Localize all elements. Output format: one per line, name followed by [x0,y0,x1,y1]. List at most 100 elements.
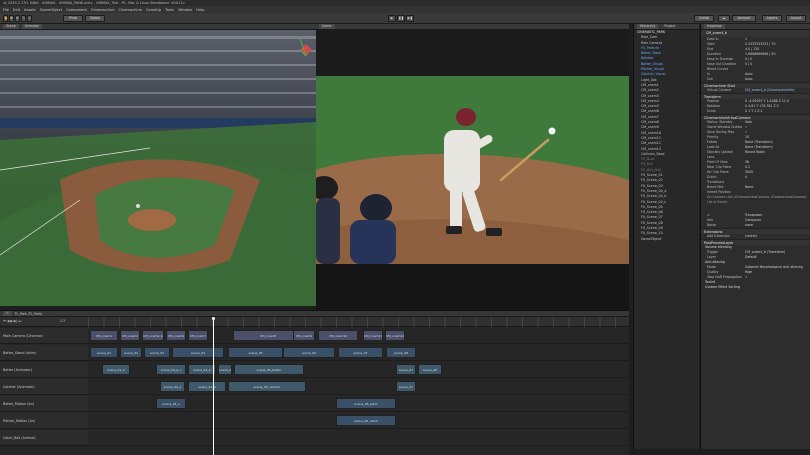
game-view[interactable] [316,30,629,310]
timeline-clip[interactable]: CM_vcam9 [293,330,315,341]
timeline-clip[interactable]: scene_04_a [156,398,186,409]
vcam-section: Status: Standby Solo Game Window Guides ✓ Sa… [701,120,810,195]
menu-component[interactable]: Component [66,8,87,12]
timeline-clip[interactable]: scene_05_batter [234,364,304,375]
menu-help[interactable]: Help [196,8,204,12]
timeline-clip[interactable]: CM_vcam1 [90,330,118,341]
field-value[interactable]: Auto [745,77,810,82]
tab-timeline[interactable]: ⏱ [3,311,12,316]
scale-tool-icon[interactable]: ⤡ [21,15,26,22]
play-button[interactable]: ▶ [388,15,396,22]
frame-counter[interactable]: 2.3 [60,319,65,323]
timeline-clip[interactable]: CM_vcam7 [188,330,208,341]
layout-dropdown[interactable]: Layout [786,15,806,22]
timeline-clip[interactable]: CM_vcam6 [166,330,186,341]
scene-view[interactable] [0,30,316,306]
collab-button[interactable]: Collab [694,15,714,22]
track-label[interactable]: Batter_Stand (Anim) [0,345,88,361]
menu-gameobject[interactable]: GameObject [40,8,62,12]
timeline-clip[interactable]: scene_04_b [188,364,216,375]
account-button[interactable]: Account [732,15,756,22]
inspector-panel: Inspector CM_vcam4_b Ease In 1 Start 2.3333… [700,24,810,449]
hand-tool-icon[interactable]: ✋ [3,15,8,22]
track-row[interactable]: scene_01_b scene_04_a_cscene_04_bscene_04… [88,362,629,378]
add-extension-dropdown[interactable]: (select) [745,234,810,239]
timeline-clip[interactable]: scene_01_b [102,364,130,375]
timeline-clip[interactable]: scene_04_a_c [156,364,186,375]
menu-tools[interactable]: Tools [165,8,174,12]
clip-timing-section: Ease In 1 Start 2.3333333333 | 70 End 4.0 | 1… [701,37,810,82]
object-name-row: CM_vcam4_b [701,30,810,37]
timeline-clip[interactable]: scene_06 [283,347,335,358]
timeline-clip[interactable]: scene_07 [396,381,416,392]
timeline-clip[interactable]: CM_vcam2 [120,330,140,341]
global-toggle[interactable]: Global [85,15,105,22]
field-value[interactable]: X 1 Y 1 Z 1 [745,109,810,114]
timeline-clip[interactable]: scene_01 [90,347,118,358]
timeline-clip[interactable]: scene_05 [228,347,283,358]
menu-cinemachine-2[interactable]: Cinemachine [118,8,141,12]
track-row[interactable]: CM_vcam1 CM_vcam2 CM_vcam4_b CM_vcam6 CM_vca… [88,328,629,344]
timeline-clip[interactable]: CM_vcam11 [363,330,383,341]
timeline-clip[interactable]: scene_02 [120,347,142,358]
menu-assets[interactable]: Assets [24,8,36,12]
timeline-clip[interactable]: CM_vcam4_b [142,330,164,341]
timeline-clip[interactable]: scene_03 [144,347,170,358]
rotate-tool-icon[interactable]: ⟳ [15,15,20,22]
track-label[interactable]: Pitcher_Motion (An) [0,413,88,429]
menu-file[interactable]: File [3,8,9,12]
time-ruler[interactable] [88,317,629,327]
timeline-clip[interactable]: scene_08 [386,347,416,358]
timeline-clip[interactable]: scene_04_c [218,364,232,375]
track-label[interactable]: Catcher (Animator) [0,379,88,395]
timeline-clip[interactable]: CM_vcam12 [385,330,405,341]
timeline-clip[interactable]: scene_07 [396,364,416,375]
timeline-clip[interactable]: CM_vcam10 [318,330,358,341]
menu-edit[interactable]: Edit [13,8,20,12]
track-label[interactable]: Batter_Motion (An) [0,396,88,412]
stop-nan-checkbox[interactable]: ✓ [745,275,810,280]
menu-comeup[interactable]: ComeUp [146,8,161,12]
track-label[interactable]: Catch_Ball (Animat) [0,430,88,446]
timeline-panel: ⏱ TL_Park (TL_Park) ⏮ ◀ ▶ ▶| ⏭ 2.3 Main … [0,310,629,455]
timeline-clip[interactable]: scene_08 [418,364,442,375]
hierarchy-item[interactable]: GameObject [634,237,699,242]
timeline-clip[interactable]: scene_06_pitch [336,398,396,409]
step-button[interactable]: ▶❚ [406,15,414,22]
tab-game[interactable]: Game [319,24,335,29]
track-label[interactable]: Main Camera (Cinemac) [0,328,88,344]
track-label[interactable]: Batter (Animator) [0,362,88,378]
tab-scene[interactable]: Scene [3,24,19,29]
timeline-clip[interactable]: scene_04_b [188,381,226,392]
track-row[interactable]: scene_01 scene_02 scene_03 scene_04 scene_05… [88,345,629,361]
track-row[interactable]: scene_04_a scene_06_pitch [88,396,629,412]
tab-inspector[interactable]: Inspector [704,24,725,29]
track-row[interactable] [88,430,629,446]
layers-dropdown[interactable]: Layers [762,15,782,22]
stop-nan-row: Stop NaN Propagation ✓ [701,275,810,280]
playhead[interactable] [213,317,214,455]
timeline-clip[interactable]: scene_05_catcher [228,381,306,392]
menu-window[interactable]: Window [178,8,192,12]
track-row[interactable]: scene_06_catch [88,413,629,429]
pivot-toggle[interactable]: Pivot [63,15,83,22]
pause-button[interactable]: ❚❚ [397,15,405,22]
timeline-clip[interactable]: scene_07 [338,347,383,358]
tab-project[interactable]: Project [661,24,679,29]
move-tool-icon[interactable]: ✥ [9,15,14,22]
tab-animator[interactable]: Animator [21,24,43,29]
rect-tool-icon[interactable]: ▭ [27,15,32,22]
noise-row: Noise none [707,223,753,227]
timeline-clip[interactable]: scene_04 [172,347,224,358]
virtual-camera-field[interactable]: CM_vcam4_b (CinemachineVir) [745,88,810,93]
track-row[interactable]: scene_04_a scene_04_b scene_05_catcher scen… [88,379,629,395]
tab-hierarchy[interactable]: Hierarchy [637,24,659,29]
timeline-clip[interactable]: scene_04_a [160,381,185,392]
cloud-icon[interactable]: ☁ [718,15,730,22]
layer-dropdown[interactable]: Default [745,255,810,260]
object-name[interactable]: CM_vcam4_b [701,30,727,37]
timeline-controls-icon[interactable]: ⏮ ◀ ▶ ▶| ⏭ [3,319,21,323]
timeline-clip[interactable]: scene_06_catch [336,415,396,426]
menu-cinemachine[interactable]: Cinemachine [91,8,114,12]
playhead-handle-icon[interactable] [212,317,215,320]
